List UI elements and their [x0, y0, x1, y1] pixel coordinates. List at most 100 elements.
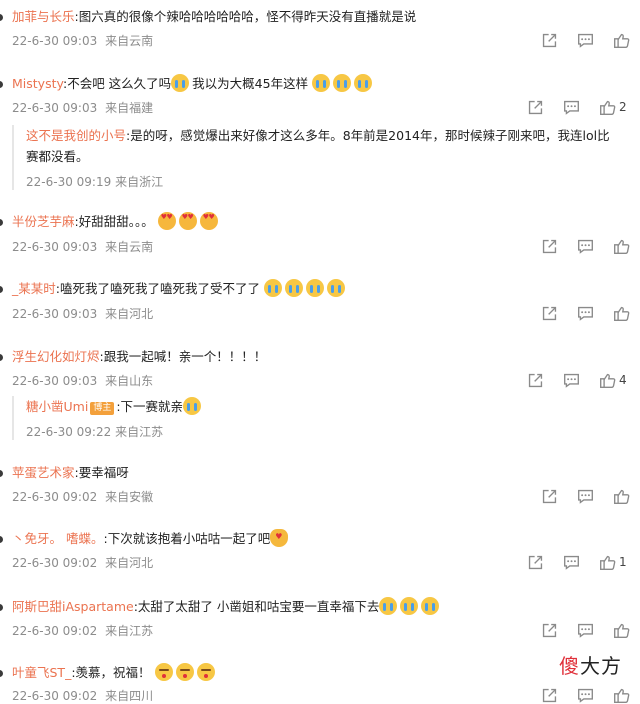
crying-emoji-icon — [312, 74, 331, 92]
avatar[interactable] — [0, 470, 3, 477]
reply-meta: 22-6-30 09:19 来自浙江 — [26, 173, 622, 190]
comment-date: 22-6-30 09:03 — [12, 34, 98, 48]
comment-icon[interactable] — [576, 31, 594, 49]
crying-emoji-icon — [333, 74, 352, 92]
comment-actions — [522, 621, 630, 639]
comment-username[interactable]: 半份芝芋麻 — [12, 214, 75, 229]
avatar[interactable] — [0, 286, 3, 293]
thumbs-up-icon[interactable] — [612, 304, 630, 322]
crying-emoji-icon — [326, 279, 345, 297]
thumbs-up-icon[interactable] — [612, 31, 630, 49]
comment-text: :嗑死我了嗑死我了嗑死我了受不了了 — [55, 281, 260, 296]
comment-actions: 4 — [508, 371, 627, 389]
comment-text: :羡慕，祝福！ — [71, 665, 151, 680]
comment-icon[interactable] — [562, 98, 580, 116]
share-icon[interactable] — [526, 98, 544, 116]
comment-date: 22-6-30 09:03 — [12, 240, 98, 254]
share-icon[interactable] — [540, 686, 558, 704]
comment-username[interactable]: 丶免牙。 嗜蝶。 — [12, 531, 103, 546]
comment-actions — [522, 31, 630, 49]
reply-text-block: 这不是我创的小号:是的呀，感觉爆出来好像才这么多年。8年前是2014年，那时候辣… — [26, 125, 622, 167]
comment-date: 22-6-30 09:02 — [12, 624, 98, 638]
crying-emoji-icon — [284, 279, 303, 297]
share-icon[interactable] — [526, 371, 544, 389]
comment-meta: 22-6-30 09:03 来自云南 — [12, 32, 157, 49]
like-count: 2 — [619, 100, 627, 114]
share-icon[interactable] — [540, 31, 558, 49]
comment-icon[interactable] — [576, 304, 594, 322]
comment-username[interactable]: 苹蛋艺术家 — [12, 465, 75, 480]
comment-actions — [522, 487, 630, 505]
thumbs-up-icon[interactable] — [598, 371, 616, 389]
reply-location: 来自江苏 — [115, 425, 164, 439]
comment-meta: 22-6-30 09:03 来自福建 — [12, 99, 157, 116]
reply-item: 糖小凿Umi 博主:下一赛就亲 22-6-30 09:22 来自江苏 — [12, 396, 622, 440]
watermark-first-char: 傻 — [559, 654, 580, 678]
thumbs-up-icon[interactable] — [598, 553, 616, 571]
comment-username[interactable]: 加菲与长乐 — [12, 9, 75, 24]
comment-location: 来自山东 — [105, 374, 154, 388]
comment-username[interactable]: Mistysty — [12, 76, 63, 91]
crying-emoji-icon — [305, 279, 324, 297]
reply-text: :下一赛就亲 — [116, 399, 184, 414]
heart-eyes-emoji-icon — [199, 212, 218, 230]
avatar[interactable] — [0, 81, 3, 88]
comment-text: :图六真的很像个辣哈哈哈哈哈哈，怪不得昨天没有直播就是说 — [74, 9, 417, 24]
comment-date: 22-6-30 09:02 — [12, 556, 98, 570]
comment-text: :要幸福呀 — [74, 465, 129, 480]
comment-icon[interactable] — [576, 621, 594, 639]
comment-username[interactable]: 阿斯巴甜iAspartame — [12, 599, 134, 614]
crying-emoji-icon — [421, 597, 440, 615]
kissing-emoji-icon — [175, 663, 194, 681]
comment-actions — [522, 237, 630, 255]
comment-text: :下次就该抱着小咕咕一起了吧 — [103, 531, 271, 546]
reply-text-block: 糖小凿Umi 博主:下一赛就亲 — [26, 396, 622, 417]
comment-username[interactable]: 浮生幻化如灯烬 — [12, 349, 100, 364]
comment-icon[interactable] — [576, 686, 594, 704]
share-icon[interactable] — [540, 621, 558, 639]
comment-text: :不会吧 这么久了吗 — [62, 76, 172, 91]
thumbs-up-icon[interactable] — [612, 487, 630, 505]
comment-meta: 22-6-30 09:03 来自山东 — [12, 372, 157, 389]
thumbs-up-icon[interactable] — [612, 686, 630, 704]
comment-text: :跟我一起喊！亲一个！！！！ — [99, 349, 267, 364]
share-icon[interactable] — [526, 553, 544, 571]
crying-emoji-icon — [379, 597, 398, 615]
comment-location: 来自河北 — [105, 307, 154, 321]
reply-item: 这不是我创的小号:是的呀，感觉爆出来好像才这么多年。8年前是2014年，那时候辣… — [12, 125, 622, 190]
crying-emoji-icon — [354, 74, 373, 92]
reply-username[interactable]: 糖小凿Umi — [26, 399, 88, 414]
author-badge: 博主 — [90, 402, 115, 415]
reply-username[interactable]: 这不是我创的小号 — [26, 128, 126, 143]
crying-emoji-icon — [400, 597, 419, 615]
avatar[interactable] — [0, 604, 3, 611]
comment-location: 来自河北 — [105, 556, 154, 570]
comment-icon[interactable] — [562, 371, 580, 389]
share-icon[interactable] — [540, 304, 558, 322]
comment-icon[interactable] — [562, 553, 580, 571]
avatar[interactable] — [0, 670, 3, 677]
avatar[interactable] — [0, 14, 3, 21]
share-icon[interactable] — [540, 237, 558, 255]
avatar[interactable] — [0, 219, 3, 226]
comment-icon[interactable] — [576, 237, 594, 255]
reply-location: 来自浙江 — [115, 175, 164, 189]
comment-date: 22-6-30 09:02 — [12, 689, 98, 703]
comment-actions — [522, 686, 630, 704]
thumbs-up-icon[interactable] — [612, 237, 630, 255]
crying-emoji-icon — [183, 397, 202, 415]
avatar[interactable] — [0, 354, 3, 361]
comment-list: 加菲与长乐:图六真的很像个辣哈哈哈哈哈哈，怪不得昨天没有直播就是说 22-6-3… — [0, 0, 640, 703]
share-icon[interactable] — [540, 487, 558, 505]
thumbs-up-icon[interactable] — [612, 621, 630, 639]
comment-username[interactable]: 叶童飞ST_ — [12, 665, 71, 680]
comment-username[interactable]: _某某时 — [12, 281, 56, 296]
comment-actions: 2 — [508, 98, 627, 116]
kissing-emoji-icon — [196, 663, 215, 681]
comment-meta: 22-6-30 09:03 来自河北 — [12, 305, 157, 322]
kissing-emoji-icon — [154, 663, 173, 681]
thumbs-up-icon[interactable] — [598, 98, 616, 116]
avatar[interactable] — [0, 536, 3, 543]
comment-icon[interactable] — [576, 487, 594, 505]
comment-location: 来自安徽 — [105, 490, 154, 504]
